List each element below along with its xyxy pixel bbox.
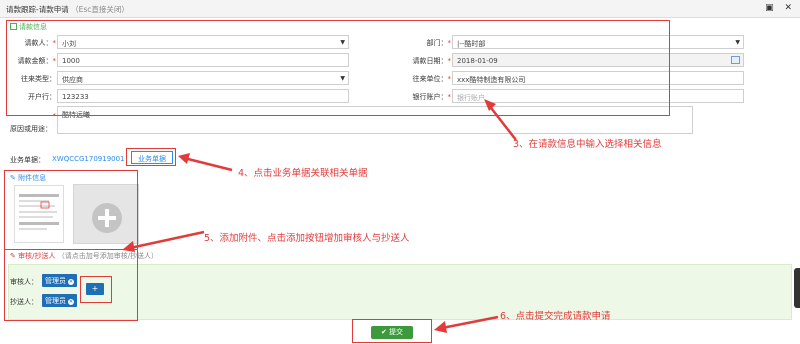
chevron-down-icon: ▼ — [735, 39, 740, 46]
annotation-arrow-4 — [178, 153, 233, 172]
calendar-icon[interactable] — [731, 56, 740, 64]
annotation-box-business — [126, 148, 176, 166]
scroll-handle[interactable] — [794, 268, 800, 308]
annotation-note-4: 4、点击业务单据关联相关单据 — [238, 168, 368, 179]
annotation-note-3: 3、在请款信息中输入选择相关信息 — [513, 139, 662, 150]
restore-icon[interactable]: ▣ — [765, 3, 774, 13]
annotation-note-6: 6、点击提交完成请款申请 — [500, 311, 611, 322]
annotation-box-info — [6, 20, 670, 116]
window-title: 请款跟踪-请款申请 （Esc直接关闭） — [6, 4, 129, 15]
window-titlebar: 请款跟踪-请款申请 （Esc直接关闭） ▣ ✕ — [0, 0, 800, 18]
annotation-arrow-6 — [434, 315, 499, 333]
business-label: 业务单据： — [10, 156, 45, 164]
annotation-note-5: 5、添加附件、点击添加按钮增加审核人与抄送人 — [204, 233, 410, 244]
annotation-box-submit — [352, 319, 432, 343]
annotation-box-attachment — [4, 170, 138, 250]
close-icon[interactable]: ✕ — [784, 3, 792, 13]
purpose-label: 原因或用途： — [10, 125, 52, 133]
business-doc-link[interactable]: XWQCCG170919001 — [52, 155, 125, 163]
annotation-box-approver — [4, 249, 138, 321]
window-title-hint: （Esc直接关闭） — [71, 5, 129, 14]
window-title-text: 请款跟踪-请款申请 — [6, 5, 69, 14]
